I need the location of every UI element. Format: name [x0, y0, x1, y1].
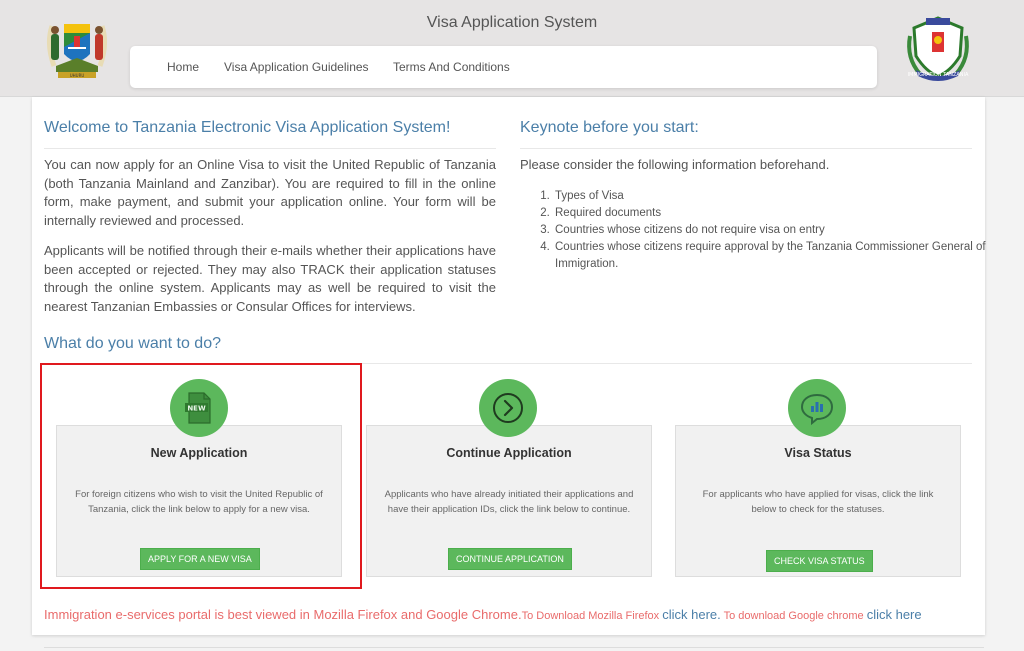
keynote-item: Required documents	[553, 205, 993, 222]
continue-application-button[interactable]: CONTINUE APPLICATION	[448, 548, 572, 570]
chrome-note: To download Google chrome	[720, 610, 867, 622]
keynote-title: Keynote before you start:	[520, 119, 699, 136]
main-navbar: Home Visa Application Guidelines Terms A…	[130, 46, 877, 88]
firefox-note: To Download Mozilla Firefox	[521, 610, 663, 622]
check-visa-status-button[interactable]: CHECK VISA STATUS	[766, 550, 873, 572]
browser-recommendation: Immigration e-services portal is best vi…	[44, 607, 922, 622]
chrome-download-link[interactable]: click here	[867, 607, 922, 622]
immigration-emblem-logo: IMMIGRATION TANZANIA	[902, 14, 974, 84]
card-title: Continue Application	[446, 446, 572, 460]
card-description: For applicants who have applied for visa…	[702, 489, 934, 515]
keynote-divider	[520, 148, 972, 149]
svg-text:UHURU: UHURU	[70, 73, 85, 78]
keynote-list: Types of Visa Required documents Countri…	[539, 188, 993, 273]
nav-home-link[interactable]: Home	[167, 60, 199, 74]
browser-note: Immigration e-services portal is best vi…	[44, 607, 522, 622]
continue-application-card: Continue Application Applicants who have…	[366, 425, 652, 577]
what-do-you-want-title: What do you want to do?	[44, 335, 221, 352]
main-panel: Welcome to Tanzania Electronic Visa Appl…	[32, 97, 986, 635]
welcome-title: Welcome to Tanzania Electronic Visa Appl…	[44, 119, 451, 136]
site-header: UHURU Visa Application System Home Visa …	[0, 0, 1024, 97]
emblem-label: IMMIGRATION TANZANIA	[908, 72, 969, 78]
welcome-divider	[44, 148, 496, 149]
nav-terms-link[interactable]: Terms And Conditions	[393, 60, 510, 74]
keynote-intro: Please consider the following informatio…	[520, 157, 830, 172]
selection-highlight	[40, 363, 362, 589]
card-title: Visa Status	[784, 446, 852, 460]
chat-stats-icon[interactable]	[788, 379, 846, 437]
welcome-paragraph-1: You can now apply for an Online Visa to …	[44, 157, 496, 228]
card-description: Applicants who have already initiated th…	[384, 489, 634, 515]
site-title: Visa Application System	[426, 14, 598, 31]
welcome-paragraph-2: Applicants will be notified through thei…	[44, 243, 496, 314]
firefox-download-link[interactable]: click here.	[662, 607, 721, 622]
chevron-right-circle-icon[interactable]	[479, 379, 537, 437]
keynote-item: Countries whose citizens do not require …	[553, 222, 993, 239]
keynote-item: Types of Visa	[553, 188, 993, 205]
visa-status-card: Visa Status For applicants who have appl…	[675, 425, 961, 577]
page-bottom-divider	[44, 647, 984, 648]
keynote-item: Countries whose citizens require approva…	[553, 239, 993, 273]
nav-guidelines-link[interactable]: Visa Application Guidelines	[224, 60, 369, 74]
